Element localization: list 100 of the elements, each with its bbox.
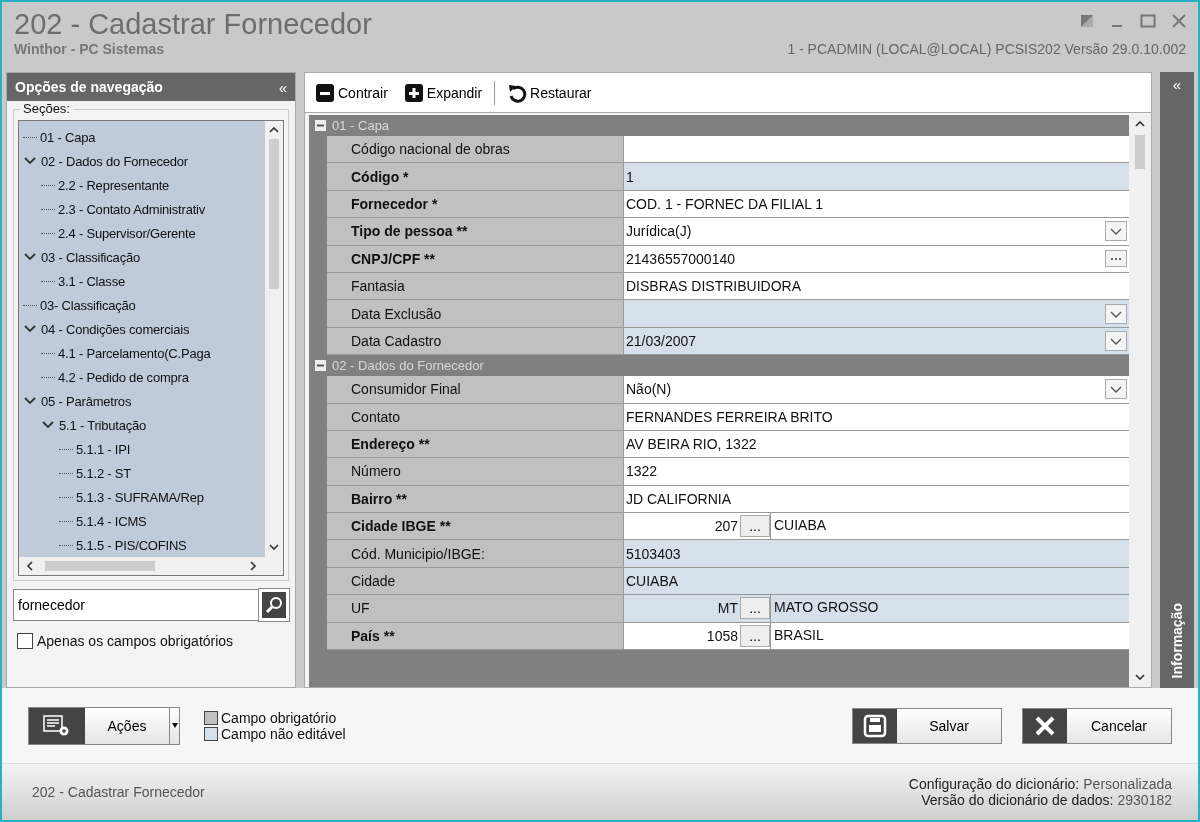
tree-item[interactable]: 01 - Capa: [40, 129, 96, 145]
checkbox[interactable]: [17, 633, 33, 649]
field-cell[interactable]: 5103403: [624, 540, 1129, 567]
field-cell[interactable]: Jurídica(J): [624, 218, 1129, 245]
dropdown-button[interactable]: [1105, 303, 1127, 324]
field-value[interactable]: DISBRAS DISTRIBUIDORA: [626, 278, 1127, 295]
chevron-down-icon[interactable]: [23, 323, 37, 335]
field-value[interactable]: JD CALIFORNIA: [626, 490, 1127, 507]
field-cell[interactable]: 207 ... CUIABA: [624, 513, 1129, 540]
field-cell[interactable]: 21/03/2007: [624, 327, 1129, 355]
code-value[interactable]: MT: [626, 600, 740, 617]
scrollbar-thumb[interactable]: [269, 139, 279, 289]
toolbar-button[interactable]: Restaurar: [503, 80, 596, 105]
field-cell[interactable]: JD CALIFORNIA: [624, 485, 1129, 513]
status-label: Configuração do dicionário:: [908, 776, 1080, 792]
tree-item[interactable]: 2.4 - Supervisor/Gerente: [58, 225, 196, 241]
panel-title: Opções de navegação: [15, 79, 163, 95]
lookup-button[interactable]: ...: [740, 624, 770, 647]
field-label: Código *: [327, 163, 624, 190]
dropdown-button[interactable]: [1105, 330, 1127, 351]
code-value[interactable]: 207: [626, 518, 740, 535]
field-value[interactable]: FERNANDES FERREIRA BRITO: [626, 408, 1127, 425]
search-button[interactable]: [259, 589, 289, 621]
scroll-down-icon[interactable]: [1134, 671, 1146, 683]
dropdown-button[interactable]: [1105, 379, 1127, 400]
scroll-down-icon[interactable]: [268, 541, 280, 553]
field-value[interactable]: 21/03/2007: [626, 332, 1105, 349]
field-value[interactable]: COD. 1 - FORNEC DA FILIAL 1: [626, 195, 1127, 212]
field-cell[interactable]: AV BEIRA RIO, 1322: [624, 430, 1129, 458]
collapse-button[interactable]: «: [278, 78, 287, 96]
scroll-right-icon[interactable]: [247, 560, 259, 572]
undo-icon: [507, 82, 528, 103]
field-cell[interactable]: Não(N): [624, 376, 1129, 403]
field-cell[interactable]: MT ... MATO GROSSO: [624, 595, 1129, 622]
tree-item[interactable]: 5.1.5 - PIS/COFINS: [76, 537, 187, 553]
code-value[interactable]: 1058: [626, 627, 740, 644]
lookup-button[interactable]: ...: [740, 515, 770, 538]
close-icon[interactable]: [1172, 14, 1186, 28]
tree-item[interactable]: 5.1.1 - IPI: [76, 441, 131, 457]
tree-item[interactable]: 2.2 - Representante: [58, 177, 170, 193]
tree-item[interactable]: 2.3 - Contato Administrativ: [58, 201, 206, 217]
status-text: 202 - Cadastrar Fornecedor: [32, 784, 205, 800]
field-value[interactable]: 1322: [626, 463, 1127, 480]
field-value[interactable]: 5103403: [626, 545, 1127, 562]
search-icon: [265, 596, 283, 614]
restore-window-icon[interactable]: [1080, 14, 1094, 28]
field-value[interactable]: 1: [626, 168, 1127, 185]
toolbar-button[interactable]: Expandir: [399, 80, 487, 105]
field-cell[interactable]: 21436557000140: [624, 245, 1129, 272]
field-label: Cidade: [327, 567, 624, 595]
field-value[interactable]: AV BEIRA RIO, 1322: [626, 436, 1127, 453]
browse-button[interactable]: [1105, 250, 1127, 268]
chevron-down-icon[interactable]: [23, 251, 37, 263]
expand-button[interactable]: «: [1172, 76, 1182, 93]
field-cell[interactable]: 1: [624, 163, 1129, 190]
chevron-down-icon[interactable]: [23, 155, 37, 167]
minus-icon[interactable]: [315, 360, 326, 372]
tree-item[interactable]: 4.1 - Parcelamento(C.Paga: [58, 345, 211, 361]
field-label: UF: [327, 595, 624, 622]
field-cell[interactable]: 1322: [624, 458, 1129, 485]
tree-item[interactable]: 02 - Dados do Fornecedor: [41, 153, 188, 169]
lookup-name: BRASIL: [770, 622, 1127, 650]
field-value[interactable]: 21436557000140: [626, 250, 1105, 267]
tree-item[interactable]: 05 - Parâmetros: [41, 393, 132, 409]
chevron-down-icon[interactable]: [41, 419, 55, 431]
tree-item[interactable]: 3.1 - Classe: [58, 273, 125, 289]
field-label: Contato: [327, 403, 624, 430]
cancel-button[interactable]: Cancelar: [1022, 707, 1172, 744]
tree-item[interactable]: 5.1 - Tributação: [59, 417, 147, 433]
maximize-icon[interactable]: [1140, 14, 1156, 28]
field-cell[interactable]: CUIABA: [624, 567, 1129, 595]
tree-item[interactable]: 5.1.4 - ICMS: [76, 513, 147, 529]
field-cell[interactable]: [624, 136, 1129, 163]
chevron-down-icon[interactable]: [23, 395, 37, 407]
field-cell[interactable]: [624, 300, 1129, 327]
scrollbar-thumb[interactable]: [1135, 135, 1145, 169]
save-button[interactable]: Salvar: [852, 707, 1002, 744]
search-field[interactable]: fornecedor: [13, 589, 259, 621]
lookup-button[interactable]: ...: [740, 597, 770, 620]
toolbar-button[interactable]: Contrair: [311, 80, 392, 105]
tree-item[interactable]: 5.1.2 - ST: [76, 465, 132, 481]
minus-icon[interactable]: [315, 120, 326, 131]
tree-item[interactable]: 04 - Condições comerciais: [41, 321, 190, 337]
info-tab[interactable]: Informação: [1169, 602, 1185, 678]
tree-item[interactable]: 4.2 - Pedido de compra: [58, 369, 189, 385]
actions-button[interactable]: Ações: [28, 706, 180, 745]
section-title: 02 - Dados do Fornecedor: [332, 358, 484, 374]
scrollbar-thumb[interactable]: [45, 561, 155, 571]
tree-item[interactable]: 5.1.3 - SUFRAMA/Rep: [76, 489, 204, 505]
dropdown-button[interactable]: [1105, 221, 1127, 242]
field-cell[interactable]: COD. 1 - FORNEC DA FILIAL 1: [624, 190, 1129, 218]
field-value[interactable]: CUIABA: [626, 573, 1127, 590]
field-cell[interactable]: FERNANDES FERREIRA BRITO: [624, 403, 1129, 430]
tree-item[interactable]: 03- Classificação: [40, 297, 136, 313]
tree-item[interactable]: 03 - Classificação: [41, 249, 140, 265]
field-value[interactable]: Jurídica(J): [626, 223, 1105, 240]
field-cell[interactable]: 1058 ... BRASIL: [624, 622, 1129, 650]
field-value[interactable]: Não(N): [626, 381, 1105, 398]
caret-icon: [171, 723, 178, 728]
field-cell[interactable]: DISBRAS DISTRIBUIDORA: [624, 272, 1129, 300]
